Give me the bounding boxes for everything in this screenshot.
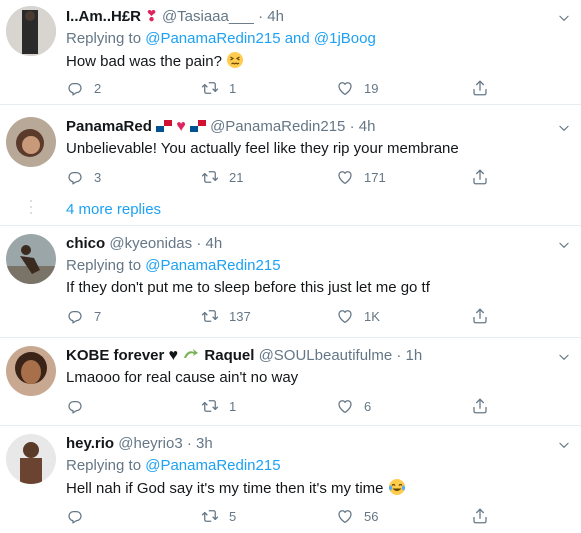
retweet-button[interactable]: 21 (201, 167, 243, 187)
like-button[interactable]: 19 (336, 78, 378, 98)
avatar[interactable] (6, 117, 56, 167)
replying-to-label: Replying to (66, 257, 142, 274)
reply-icon (66, 79, 84, 97)
heart-icon (336, 307, 354, 325)
share-button[interactable] (471, 396, 489, 416)
separator: · (196, 235, 202, 252)
retweet-button[interactable]: 5 (201, 506, 236, 526)
tweet-text: Hell nah if God say it's my time then it… (66, 480, 384, 497)
separator: · (396, 347, 402, 364)
chevron-down-icon[interactable] (557, 121, 571, 135)
heart-icon (336, 79, 354, 97)
display-name[interactable]: hey.rio (66, 435, 114, 452)
timestamp[interactable]: 4h (205, 235, 222, 252)
share-icon (471, 168, 489, 186)
user-handle[interactable]: @SOULbeautifulme (259, 347, 393, 364)
share-button[interactable] (471, 306, 489, 326)
retweet-button[interactable]: 1 (201, 78, 236, 98)
reply-icon (66, 507, 84, 525)
black-heart-icon: ♥ (168, 347, 179, 364)
timestamp[interactable]: 3h (196, 435, 213, 452)
avatar[interactable] (6, 6, 56, 56)
reply-icon (66, 397, 84, 415)
share-icon (471, 507, 489, 525)
timestamp[interactable]: 4h (359, 118, 376, 135)
share-icon (471, 307, 489, 325)
retweet-icon (201, 397, 219, 415)
retweet-icon (201, 307, 219, 325)
avatar[interactable] (6, 434, 56, 484)
tweet-4[interactable]: KOBE forever ♥ Raquel @SOULbeautifulme ·… (0, 338, 581, 425)
share-button[interactable] (471, 506, 489, 526)
timestamp[interactable]: 1h (406, 347, 423, 364)
replying-to-link[interactable]: @PanamaRedin215 and @1jBoog (145, 30, 376, 47)
panama-flag-icon (156, 120, 173, 132)
retweet-icon (201, 79, 219, 97)
tweet-text: If they don't put me to sleep before thi… (66, 279, 430, 296)
avatar[interactable] (6, 234, 56, 284)
avatar[interactable] (6, 346, 56, 396)
reply-button[interactable] (66, 506, 94, 526)
retweet-button[interactable]: 137 (201, 306, 251, 326)
display-name-part-2[interactable]: Raquel (204, 347, 254, 364)
tweet-3[interactable]: chico @kyeonidas · 4h Replying to @Panam… (0, 226, 581, 337)
chevron-down-icon[interactable] (557, 350, 571, 364)
reply-button[interactable]: 7 (66, 306, 101, 326)
reply-button[interactable]: 3 (66, 167, 101, 187)
chevron-down-icon[interactable] (557, 11, 571, 25)
tears-of-joy-emoji-icon (388, 479, 405, 495)
retweet-icon (201, 507, 219, 525)
replying-to-link[interactable]: @PanamaRedin215 (145, 457, 280, 474)
share-button[interactable] (471, 167, 489, 187)
chevron-down-icon[interactable] (557, 438, 571, 452)
tweet-text: How bad was the pain? (66, 53, 222, 70)
heart-icon (336, 168, 354, 186)
reply-icon (66, 307, 84, 325)
display-name-part-1[interactable]: KOBE forever (66, 347, 164, 364)
heart-icon (336, 397, 354, 415)
heart-icon (336, 507, 354, 525)
display-name[interactable]: I..Am..H£R (66, 8, 141, 25)
separator: · (258, 8, 264, 25)
tweet-text: Unbelievable! You actually feel like the… (66, 140, 459, 157)
tweet-5[interactable]: hey.rio @heyrio3 · 3h Replying to @Panam… (0, 426, 581, 533)
panama-flag-icon (189, 120, 206, 132)
like-button[interactable]: 56 (336, 506, 378, 526)
chevron-down-icon[interactable] (557, 238, 571, 252)
red-heart-icon: ♥ (176, 118, 186, 135)
share-icon (471, 79, 489, 97)
recycle-arrows-icon (184, 349, 199, 358)
user-handle[interactable]: @kyeonidas (109, 235, 192, 252)
confounded-face-emoji-icon (227, 52, 244, 68)
reply-icon (66, 168, 84, 186)
retweet-button[interactable]: 1 (201, 396, 236, 416)
user-handle[interactable]: @Tasiaaa___ (162, 8, 254, 25)
retweet-icon (201, 168, 219, 186)
like-button[interactable]: 6 (336, 396, 371, 416)
separator: · (349, 118, 355, 135)
like-button[interactable]: 1K (336, 306, 380, 326)
thread-dots (30, 200, 32, 214)
share-icon (471, 397, 489, 415)
like-button[interactable]: 171 (336, 167, 386, 187)
timestamp[interactable]: 4h (267, 8, 284, 25)
user-handle[interactable]: @heyrio3 (118, 435, 182, 452)
tweet-1[interactable]: I..Am..H£R ❣ @Tasiaaa___ · 4h Replying t… (0, 0, 581, 103)
more-replies-link[interactable]: 4 more replies (66, 200, 161, 220)
display-name[interactable]: PanamaRed (66, 118, 152, 135)
separator: · (186, 435, 192, 452)
replying-to-link[interactable]: @PanamaRedin215 (145, 257, 280, 274)
replying-to-label: Replying to (66, 30, 142, 47)
reply-button[interactable]: 2 (66, 78, 101, 98)
user-handle[interactable]: @PanamaRedin215 (210, 118, 345, 135)
replying-to-label: Replying to (66, 457, 142, 474)
reply-button[interactable] (66, 396, 94, 416)
share-button[interactable] (471, 78, 489, 98)
tweet-2[interactable]: PanamaRed ♥ @PanamaRedin215 · 4h Unbelie… (0, 105, 581, 225)
heart-exclamation-icon: ❣ (145, 8, 158, 25)
tweet-text: Lmaooo for real cause ain't no way (66, 369, 299, 386)
display-name[interactable]: chico (66, 235, 105, 252)
